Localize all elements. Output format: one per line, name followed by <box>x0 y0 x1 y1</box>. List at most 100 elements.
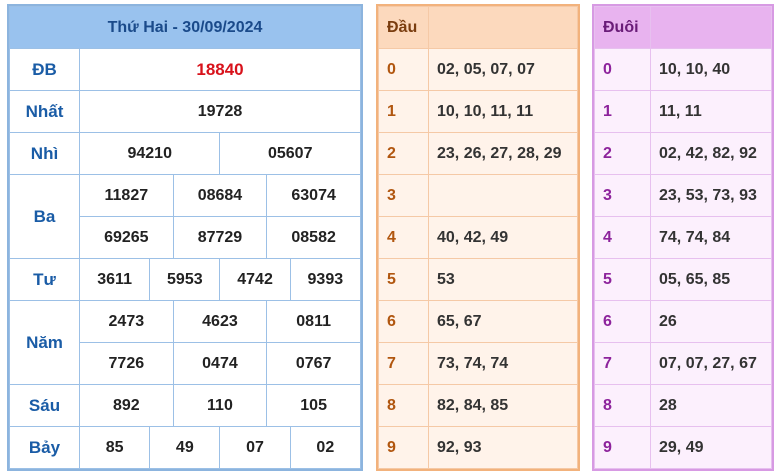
tail-digit-values: 74, 74, 84 <box>650 216 772 259</box>
prize-value: 4742 <box>219 258 291 301</box>
tail-digit-key: 7 <box>594 342 651 385</box>
prize-value: 3611 <box>78 258 151 301</box>
tail-digit-key: 0 <box>594 48 651 91</box>
head-digit-key: 8 <box>378 384 429 427</box>
head-digit-row: 5 53 <box>378 258 578 301</box>
tail-digit-row: 4 74, 74, 84 <box>594 216 772 259</box>
prize-row-sixth: Sáu 892 110 105 <box>9 384 361 427</box>
head-digit-row: 0 02, 05, 07, 07 <box>378 48 578 91</box>
head-digit-values: 53 <box>428 258 578 301</box>
prize-value: 08684 <box>172 174 268 217</box>
tail-digit-row: 5 05, 65, 85 <box>594 258 772 301</box>
head-digit-row: 8 82, 84, 85 <box>378 384 578 427</box>
tail-digit-values: 23, 53, 73, 93 <box>650 174 772 217</box>
prize-value: 4623 <box>172 300 268 343</box>
prize-value: 11827 <box>79 174 174 217</box>
head-digit-row: 6 65, 67 <box>378 300 578 343</box>
prize-value: 2473 <box>79 300 174 343</box>
head-digit-values: 23, 26, 27, 28, 29 <box>428 132 578 175</box>
head-digit-header-blank <box>428 6 578 49</box>
tail-digit-values: 07, 07, 27, 67 <box>650 342 772 385</box>
prize-value: 02 <box>289 426 362 469</box>
tail-digit-row: 3 23, 53, 73, 93 <box>594 174 772 217</box>
tail-digit-values: 10, 10, 40 <box>650 48 772 91</box>
head-digit-row: 2 23, 26, 27, 28, 29 <box>378 132 578 175</box>
tail-digit-values: 28 <box>650 384 772 427</box>
tail-digit-row: 9 29, 49 <box>594 426 772 469</box>
prize-label: Tư <box>9 258 80 301</box>
prize-value: 94210 <box>78 132 221 175</box>
head-digit-values: 40, 42, 49 <box>428 216 578 259</box>
tail-digit-row: 6 26 <box>594 300 772 343</box>
prize-label: Bảy <box>9 426 80 469</box>
head-digit-header: Đầu <box>378 6 429 49</box>
prize-value: 0811 <box>266 300 361 343</box>
head-digit-key: 7 <box>378 342 429 385</box>
tail-digit-values: 05, 65, 85 <box>650 258 772 301</box>
tail-digit-key: 1 <box>594 90 651 133</box>
prize-label: Sáu <box>9 384 80 427</box>
prize-label: Ba <box>9 174 80 259</box>
prize-label: Nhì <box>9 132 80 175</box>
head-digit-key: 0 <box>378 48 429 91</box>
tail-digit-values: 02, 42, 82, 92 <box>650 132 772 175</box>
head-digit-row: 9 92, 93 <box>378 426 578 469</box>
prize-value: 105 <box>266 384 361 427</box>
prize-label: Nhất <box>9 90 80 133</box>
prize-value: 0474 <box>172 342 268 385</box>
head-digit-key: 3 <box>378 174 429 217</box>
tail-digit-key: 4 <box>594 216 651 259</box>
tail-digit-key: 2 <box>594 132 651 175</box>
head-digit-values: 82, 84, 85 <box>428 384 578 427</box>
prize-row-third: Ba 11827 08684 63074 <box>9 174 361 259</box>
lottery-results-table: Thứ Hai - 30/09/2024 ĐB 18840 Nhất 19728… <box>7 4 363 471</box>
tail-digit-key: 6 <box>594 300 651 343</box>
prize-value: 19728 <box>79 90 361 133</box>
results-title: Thứ Hai - 30/09/2024 <box>9 6 361 49</box>
head-digit-table: Đầu 0 02, 05, 07, 07 1 10, 10, 11, 11 2 23,… <box>376 4 580 471</box>
tail-digit-values: 11, 11 <box>650 90 772 133</box>
prize-row-fifth: Năm 2473 4623 0811 <box>9 300 361 385</box>
head-digit-row: 1 10, 10, 11, 11 <box>378 90 578 133</box>
head-digit-row: 4 40, 42, 49 <box>378 216 578 259</box>
tail-digit-table: Đuôi 0 10, 10, 40 1 11, 11 2 02, 42, 82, 92… <box>592 4 774 471</box>
head-digit-values: 65, 67 <box>428 300 578 343</box>
prize-value: 63074 <box>266 174 361 217</box>
tail-digit-row: 1 11, 11 <box>594 90 772 133</box>
head-digit-values <box>428 174 578 217</box>
head-digit-key: 1 <box>378 90 429 133</box>
tail-digit-row: 7 07, 07, 27, 67 <box>594 342 772 385</box>
prize-value: 892 <box>79 384 174 427</box>
head-digit-key: 6 <box>378 300 429 343</box>
tail-digit-values: 26 <box>650 300 772 343</box>
prize-value: 49 <box>149 426 221 469</box>
prize-value: 87729 <box>172 216 268 259</box>
prize-row-special: ĐB 18840 <box>9 48 361 91</box>
prize-row-second: Nhì 94210 05607 <box>9 132 361 175</box>
head-digit-key: 4 <box>378 216 429 259</box>
tail-digit-row: 8 28 <box>594 384 772 427</box>
tail-digit-key: 9 <box>594 426 651 469</box>
prize-value: 07 <box>219 426 291 469</box>
head-digit-values: 02, 05, 07, 07 <box>428 48 578 91</box>
head-digit-key: 2 <box>378 132 429 175</box>
head-digit-row: 3 <box>378 174 578 217</box>
prize-value: 85 <box>78 426 151 469</box>
prize-label: Năm <box>9 300 80 385</box>
prize-value: 69265 <box>79 216 174 259</box>
prize-value: 08582 <box>266 216 361 259</box>
tail-digit-key: 8 <box>594 384 651 427</box>
head-digit-values: 92, 93 <box>428 426 578 469</box>
prize-label: ĐB <box>9 48 80 91</box>
prize-value-special: 18840 <box>79 48 361 91</box>
tail-digit-header-blank <box>650 6 772 49</box>
prize-value: 05607 <box>219 132 361 175</box>
prize-row-first: Nhất 19728 <box>9 90 361 133</box>
prize-value: 110 <box>172 384 268 427</box>
tail-digit-key: 3 <box>594 174 651 217</box>
head-digit-key: 9 <box>378 426 429 469</box>
prize-value: 5953 <box>149 258 221 301</box>
prize-value: 0767 <box>266 342 361 385</box>
tail-digit-values: 29, 49 <box>650 426 772 469</box>
prize-row-seventh: Bảy 85 49 07 02 <box>9 426 362 469</box>
